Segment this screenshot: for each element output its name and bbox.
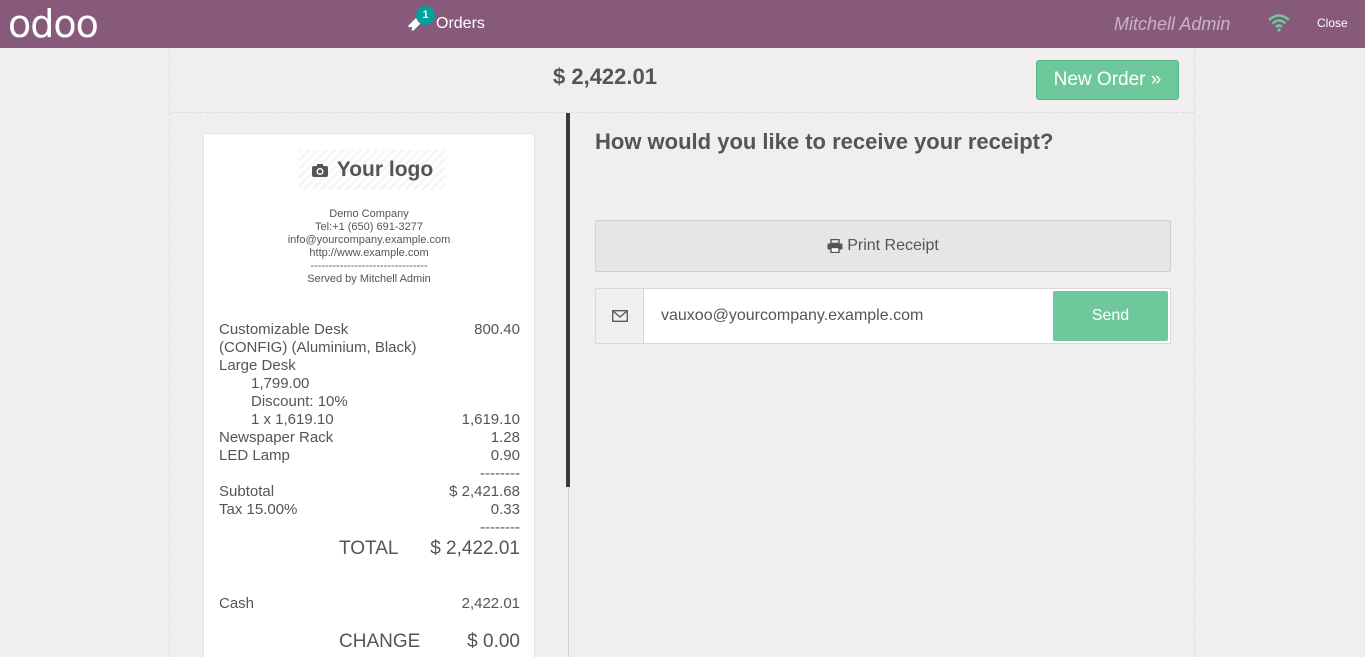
orders-count-badge: 1 bbox=[416, 6, 435, 25]
receipt-screen: $ 2,422.01 New Order » Your logo Demo Co… bbox=[169, 48, 1195, 657]
print-receipt-button[interactable]: Print Receipt bbox=[595, 220, 1171, 272]
total-label: TOTAL bbox=[339, 538, 399, 559]
company-phone: Tel:+1 (650) 691-3277 bbox=[315, 221, 423, 233]
top-bar: odoo 1 Orders Mitchell Admin Close bbox=[0, 0, 1365, 48]
close-button[interactable]: Close bbox=[1317, 16, 1348, 30]
company-website: http://www.example.com bbox=[309, 247, 429, 259]
screen-header: $ 2,422.01 New Order » bbox=[170, 48, 1194, 113]
company-name: Demo Company bbox=[329, 208, 409, 220]
company-email: info@yourcompany.example.com bbox=[287, 234, 451, 246]
receipt-scrollbar[interactable] bbox=[566, 113, 570, 487]
receipt-preview: Your logo Demo Company Tel:+1 (650) 691-… bbox=[203, 133, 535, 657]
receipt-line: -------- bbox=[480, 465, 520, 482]
print-receipt-label: Print Receipt bbox=[847, 237, 939, 254]
receipt-line: Discount: 10% bbox=[251, 393, 348, 410]
receipt-line: Large Desk bbox=[219, 357, 296, 374]
email-receipt-row: Send bbox=[595, 288, 1171, 344]
receipt-change: CHANGE $ 0.00 bbox=[219, 630, 520, 654]
orders-button[interactable]: 1 Orders bbox=[404, 0, 485, 48]
cash-label: Cash bbox=[219, 595, 255, 612]
total-value: $ 2,422.01 bbox=[430, 538, 520, 559]
cash-value: 2,422.01 bbox=[461, 595, 520, 612]
user-name: Mitchell Admin bbox=[1114, 14, 1231, 34]
receipt-cash: Cash 2,422.01 bbox=[219, 595, 520, 613]
panel-divider bbox=[568, 487, 569, 657]
receipt-line: (CONFIG) (Aluminium, Black) bbox=[219, 339, 417, 356]
receipt-logo: Your logo bbox=[299, 150, 445, 190]
receipt-line: Tax 15.00% 0.33 bbox=[219, 501, 520, 518]
new-order-button[interactable]: New Order » bbox=[1036, 60, 1179, 100]
receipt-question: How would you like to receive your recei… bbox=[595, 129, 1054, 154]
change-label: CHANGE bbox=[339, 631, 421, 652]
odoo-logo: odoo bbox=[8, 2, 99, 46]
logo-text: Your logo bbox=[336, 158, 434, 181]
served-by: Served by Mitchell Admin bbox=[307, 273, 431, 285]
envelope-icon bbox=[596, 289, 644, 343]
order-total: $ 2,422.01 bbox=[553, 64, 657, 89]
receipt-line: -------- bbox=[480, 519, 520, 536]
orders-label: Orders bbox=[436, 15, 485, 32]
receipt-line: Customizable Desk 800.40 bbox=[219, 321, 520, 338]
receipt-line: 1,799.00 bbox=[251, 375, 310, 392]
receipt-total: TOTAL $ 2,422.01 bbox=[219, 537, 520, 561]
print-icon bbox=[827, 239, 843, 253]
camera-icon bbox=[311, 164, 328, 177]
wifi-icon[interactable] bbox=[1268, 14, 1290, 32]
receipt-header: Demo Company Tel:+1 (650) 691-3277 info@… bbox=[204, 208, 534, 286]
receipt-line: Newspaper Rack 1.28 bbox=[219, 429, 520, 446]
send-button[interactable]: Send bbox=[1053, 291, 1168, 341]
header-separator: -------------------------------- bbox=[310, 260, 428, 272]
receipt-line: Subtotal $ 2,421.68 bbox=[219, 483, 520, 500]
receipt-line: 1 x 1,619.10 1,619.10 bbox=[251, 411, 520, 428]
receipt-line: LED Lamp 0.90 bbox=[219, 447, 520, 464]
ticket-icon: 1 bbox=[404, 6, 435, 35]
change-value: $ 0.00 bbox=[467, 631, 520, 652]
email-input[interactable] bbox=[645, 289, 1053, 343]
